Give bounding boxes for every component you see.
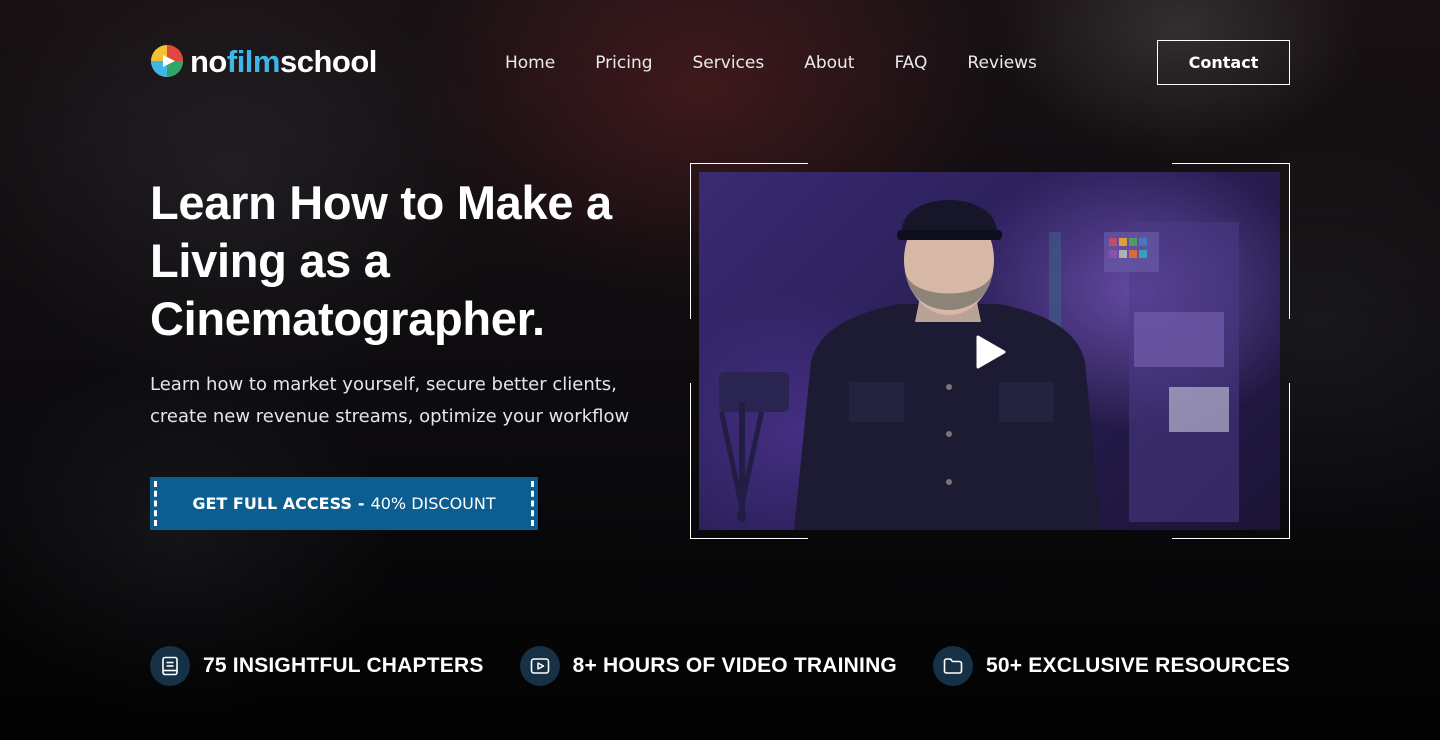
logo-text-part-1: no	[190, 43, 227, 79]
cta-strong-text: GET FULL ACCESS	[192, 494, 352, 513]
contact-button[interactable]: Contact	[1157, 40, 1290, 85]
features-row: 75 INSIGHTFUL CHAPTERS 8+ HOURS OF VIDEO…	[150, 646, 1290, 686]
nav-faq[interactable]: FAQ	[894, 52, 927, 74]
nav-reviews[interactable]: Reviews	[967, 52, 1037, 74]
logo-text: nofilmschool	[190, 46, 377, 77]
feature-label: 50+ EXCLUSIVE RESOURCES	[986, 654, 1290, 677]
nav-home[interactable]: Home	[505, 52, 555, 74]
feature-label: 8+ HOURS OF VIDEO TRAINING	[572, 654, 897, 677]
feature-resources: 50+ EXCLUSIVE RESOURCES	[933, 646, 1290, 686]
play-icon[interactable]	[975, 334, 1007, 370]
logo-text-part-3: school	[280, 43, 377, 79]
nav-about[interactable]: About	[804, 52, 854, 74]
video-play-icon	[519, 646, 560, 686]
folder-icon	[933, 646, 974, 686]
logo-text-part-2: film	[226, 43, 281, 79]
logo-mark-icon	[151, 45, 183, 77]
nav-pricing[interactable]: Pricing	[595, 52, 652, 74]
feature-chapters: 75 INSIGHTFUL CHAPTERS	[150, 646, 484, 686]
nav-services[interactable]: Services	[693, 52, 765, 74]
get-full-access-button[interactable]: GET FULL ACCESS -40% DISCOUNT	[150, 477, 538, 530]
cta-separator: -	[357, 494, 365, 513]
book-icon	[150, 646, 190, 686]
feature-label: 75 INSIGHTFUL CHAPTERS	[203, 654, 484, 677]
cta-discount-text: 40% DISCOUNT	[370, 494, 496, 513]
main-nav: Home Pricing Services About FAQ Reviews	[505, 52, 1037, 74]
hero-title: Learn How to Make a Living as a Cinemato…	[150, 176, 612, 345]
feature-video-training: 8+ HOURS OF VIDEO TRAINING	[519, 646, 897, 686]
page: nofilmschool Home Pricing Services About…	[0, 0, 1440, 740]
logo[interactable]: nofilmschool	[150, 44, 377, 78]
hero-subtitle: Learn how to market yourself, secure bet…	[150, 374, 630, 427]
